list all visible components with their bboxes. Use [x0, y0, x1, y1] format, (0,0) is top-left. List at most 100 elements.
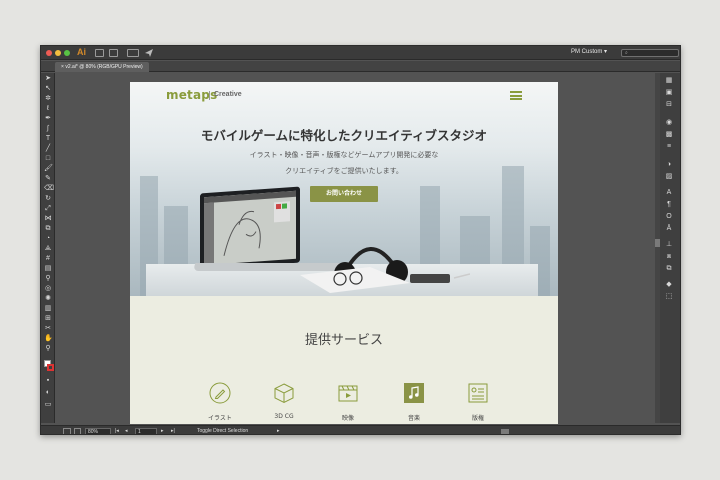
rotate-tool-icon[interactable]: ↻: [44, 195, 52, 203]
links-panel-icon[interactable]: ⬚: [664, 293, 674, 301]
tab-label: v2.ai* @ 80% (RGB/GPU Preview): [65, 64, 143, 70]
search-input[interactable]: ⌕: [621, 49, 679, 57]
mesh-tool-icon[interactable]: #: [44, 255, 52, 263]
gradient-tool-icon[interactable]: ▤: [44, 265, 52, 273]
service-item-music[interactable]: 音楽: [394, 382, 434, 422]
hand-tool-icon[interactable]: ✋: [44, 335, 53, 343]
magic-wand-tool-icon[interactable]: ✲: [44, 95, 52, 103]
brushes-panel-icon[interactable]: ≡: [664, 143, 674, 151]
perspective-grid-tool-icon[interactable]: ⟁: [44, 245, 52, 253]
type-tool-icon[interactable]: T: [44, 135, 52, 143]
rectangle-tool-icon[interactable]: □: [44, 155, 52, 163]
minimize-window-button[interactable]: [55, 50, 61, 56]
previous-artboard-icon[interactable]: ◂: [125, 428, 128, 434]
graphic-styles-panel-icon[interactable]: ▨: [664, 173, 674, 181]
stroke-color-swatch[interactable]: [47, 364, 54, 371]
free-transform-tool-icon[interactable]: ⧉: [44, 225, 52, 233]
service-item-illustration[interactable]: イラスト: [200, 382, 240, 422]
hamburger-menu-icon[interactable]: [510, 91, 522, 100]
cube-icon: [274, 383, 294, 404]
draw-mode-icon[interactable]: ◐: [44, 389, 52, 397]
hero-subtitle-line-1: イラスト・映像・音声・版権などゲームアプリ開発に必要な: [249, 151, 439, 159]
tab-document[interactable]: × v2.ai* @ 80% (RGB/GPU Preview): [55, 62, 149, 72]
bridge-icon[interactable]: [95, 49, 104, 57]
app-logo: Ai: [77, 47, 86, 57]
color-mode-icon[interactable]: ▪: [44, 377, 52, 385]
symbol-sprayer-tool-icon[interactable]: ✺: [44, 295, 52, 303]
service-label: イラスト: [208, 415, 232, 422]
arrange-documents-icon[interactable]: [127, 49, 139, 57]
zoom-window-button[interactable]: [64, 50, 70, 56]
shape-builder-tool-icon[interactable]: ◔: [44, 235, 52, 243]
pencil-tool-icon[interactable]: ✎: [44, 175, 52, 183]
line-tool-icon[interactable]: ╱: [44, 145, 52, 153]
close-window-button[interactable]: [46, 50, 52, 56]
last-artboard-icon[interactable]: ▸|: [171, 428, 175, 434]
layers-panel-icon[interactable]: ▣: [664, 89, 674, 97]
hero-subtitle-line-2: クリエイティブをご提供いたします。: [285, 167, 403, 175]
close-icon[interactable]: ×: [61, 64, 64, 70]
properties-panel-icon[interactable]: ▦: [664, 77, 674, 85]
services-title: 提供サービス: [304, 333, 383, 348]
music-icon: [404, 383, 424, 403]
direct-selection-tool-icon[interactable]: ↖: [44, 85, 52, 93]
zoom-level-field[interactable]: 80%: [85, 428, 111, 434]
curvature-tool-icon[interactable]: ∫: [44, 125, 52, 133]
status-bar: 80% |◂ ◂ 1 ▸ ▸| Toggle Direct Selection …: [41, 425, 680, 434]
contact-button[interactable]: お問い合わせ: [310, 186, 378, 202]
libraries-panel-icon[interactable]: ⊟: [664, 101, 674, 109]
artboards-panel-icon[interactable]: ◆: [664, 281, 674, 289]
status-menu-arrow-icon[interactable]: ▸: [277, 428, 280, 434]
scrollbar-thumb[interactable]: [655, 239, 660, 247]
appearance-panel-icon[interactable]: ◑: [664, 161, 674, 169]
lasso-tool-icon[interactable]: ℓ: [44, 105, 52, 113]
rotate-view-icon[interactable]: [74, 428, 81, 434]
paper-and-glasses-image: [300, 267, 410, 293]
artboard-number-field[interactable]: 1: [135, 428, 157, 434]
logo-divider: [209, 91, 210, 100]
width-tool-icon[interactable]: ⋈: [44, 215, 52, 223]
stock-icon[interactable]: [109, 49, 118, 57]
selection-tool-icon[interactable]: ➤: [44, 75, 52, 83]
swatches-panel-icon[interactable]: ▩: [664, 131, 674, 139]
first-artboard-icon[interactable]: |◂: [115, 428, 119, 434]
pathfinder-panel-icon[interactable]: ⧉: [664, 265, 674, 273]
service-item-3dcg[interactable]: 3D CG: [264, 382, 304, 420]
service-item-license[interactable]: 版権: [458, 382, 498, 422]
smartphone-image: [410, 273, 470, 283]
artboard-tool-icon[interactable]: ⊞: [44, 315, 52, 323]
next-artboard-icon[interactable]: ▸: [161, 428, 164, 434]
blend-tool-icon[interactable]: ◎: [44, 285, 52, 293]
artboard-navigator-icon[interactable]: [63, 428, 71, 434]
opentype-panel-icon[interactable]: O: [664, 213, 674, 221]
zoom-tool-icon[interactable]: ⚲: [44, 345, 52, 353]
chevron-down-icon: ▾: [604, 49, 608, 55]
eyedropper-tool-icon[interactable]: ⚲: [44, 275, 52, 283]
site-logo-subtitle: Creative: [214, 91, 242, 98]
character-panel-icon[interactable]: A: [664, 189, 674, 197]
workspace-switcher[interactable]: PM Custom ▾: [571, 48, 607, 55]
service-item-video[interactable]: 映像: [328, 382, 368, 422]
status-text[interactable]: Toggle Direct Selection: [197, 428, 248, 434]
artboard[interactable]: metaps Creative モバイルゲームに特化したクリエイティブスタジオ …: [130, 82, 558, 424]
paragraph-panel-icon[interactable]: ¶: [664, 201, 674, 209]
align-panel-icon[interactable]: ⊥: [664, 241, 674, 249]
glyphs-panel-icon[interactable]: Ā: [664, 225, 674, 233]
horizontal-scrollbar-thumb[interactable]: [501, 429, 509, 434]
vertical-scrollbar[interactable]: [655, 73, 660, 423]
title-bar: Ai PM Custom ▾ ⌕: [41, 46, 680, 60]
illustrator-window: Ai PM Custom ▾ ⌕ × v2.ai* @ 80% (RGB/GPU…: [40, 45, 681, 435]
pen-tool-icon[interactable]: ✒: [44, 115, 52, 123]
column-graph-tool-icon[interactable]: ▥: [44, 305, 52, 313]
screen-mode-icon[interactable]: ▭: [44, 401, 52, 409]
transform-panel-icon[interactable]: ⧈: [664, 253, 674, 261]
color-panel-icon[interactable]: ◉: [664, 119, 674, 127]
laptop-screen-content: [204, 190, 296, 266]
slice-tool-icon[interactable]: ✂: [44, 325, 52, 333]
paintbrush-tool-icon[interactable]: 🖌: [44, 165, 53, 173]
video-icon: [338, 385, 358, 402]
laptop-image: [200, 186, 300, 270]
scale-tool-icon[interactable]: ⤢: [44, 205, 52, 213]
send-icon[interactable]: [145, 49, 153, 57]
eraser-tool-icon[interactable]: ⌫: [44, 185, 54, 193]
